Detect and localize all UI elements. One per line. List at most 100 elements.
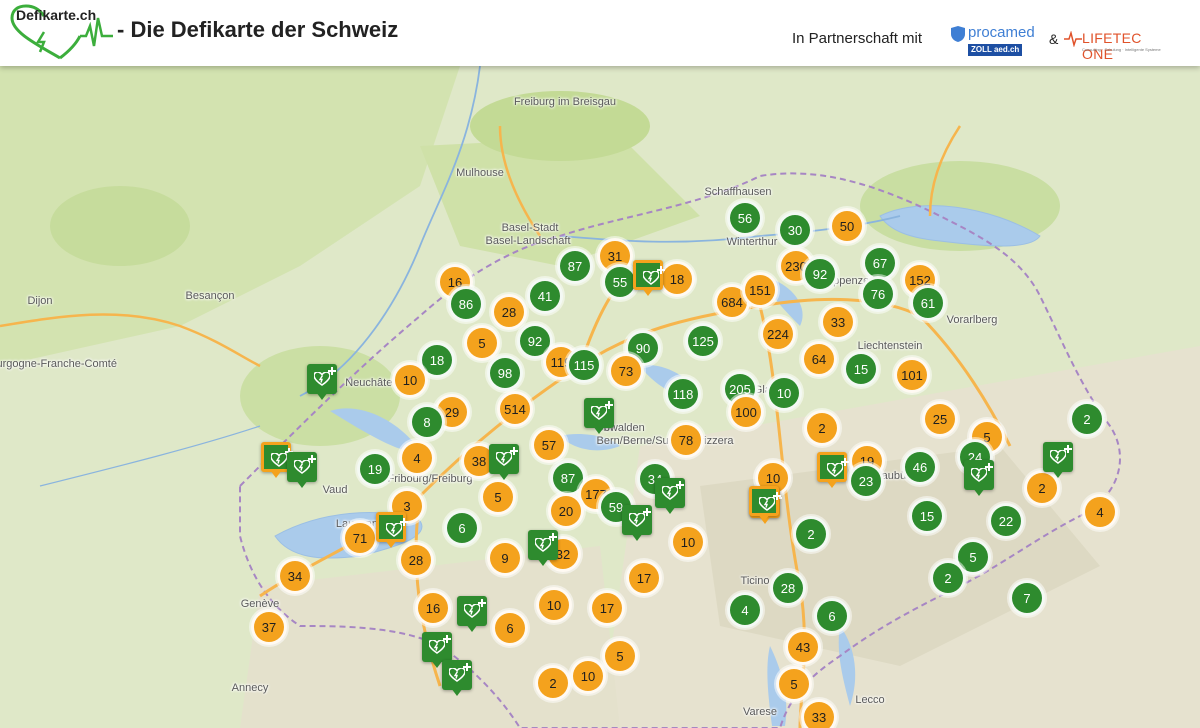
aed-cluster[interactable]: 19 bbox=[357, 451, 393, 487]
aed-cluster[interactable]: 92 bbox=[802, 256, 838, 292]
aed-marker[interactable] bbox=[442, 660, 472, 698]
place-label: Basel-Landschaft bbox=[485, 235, 571, 247]
aed-cluster[interactable]: 33 bbox=[820, 304, 856, 340]
aed-cluster[interactable]: 4 bbox=[1082, 494, 1118, 530]
aed-cluster[interactable]: 73 bbox=[608, 353, 644, 389]
map-canvas[interactable]: Freiburg im Breisgau Mulhouse Schaffhausen… bbox=[0, 66, 1200, 728]
aed-marker[interactable] bbox=[633, 260, 665, 298]
aed-cluster[interactable]: 125 bbox=[685, 323, 721, 359]
aed-cluster-count: 101 bbox=[901, 367, 923, 383]
aed-cluster[interactable]: 224 bbox=[760, 316, 796, 352]
aed-cluster[interactable]: 6 bbox=[814, 598, 850, 634]
aed-cluster[interactable]: 41 bbox=[527, 278, 563, 314]
aed-cluster[interactable]: 9 bbox=[487, 540, 523, 576]
aed-cluster[interactable]: 34 bbox=[277, 558, 313, 594]
aed-cluster[interactable]: 56 bbox=[727, 200, 763, 236]
aed-cluster-count: 10 bbox=[765, 470, 781, 486]
aed-marker[interactable] bbox=[817, 452, 849, 490]
aed-marker[interactable] bbox=[655, 478, 685, 516]
aed-cluster[interactable]: 30 bbox=[777, 212, 813, 248]
aed-cluster-count: 22 bbox=[998, 513, 1014, 529]
aed-cluster[interactable]: 37 bbox=[251, 609, 287, 645]
aed-cluster[interactable]: 64 bbox=[801, 341, 837, 377]
aed-cluster[interactable]: 2 bbox=[1069, 401, 1105, 437]
aed-cluster-count: 78 bbox=[678, 432, 694, 448]
aed-cluster[interactable]: 10 bbox=[670, 524, 706, 560]
aed-cluster[interactable]: 17 bbox=[589, 590, 625, 626]
aed-heart-icon bbox=[463, 599, 486, 623]
aed-cluster[interactable]: 5 bbox=[464, 325, 500, 361]
aed-cluster[interactable]: 22 bbox=[988, 503, 1024, 539]
aed-cluster[interactable]: 4 bbox=[399, 440, 435, 476]
aed-marker[interactable] bbox=[622, 505, 652, 543]
aed-cluster[interactable]: 10 bbox=[536, 587, 572, 623]
aed-cluster-count: 5 bbox=[616, 648, 624, 664]
partner-procamed-logo[interactable]: procamed ZOLL aed.ch bbox=[950, 22, 1036, 60]
partner-lifetec-sub: Consulting · Schulung · Intelligente Sys… bbox=[1082, 47, 1161, 52]
aed-marker[interactable] bbox=[528, 530, 558, 568]
aed-marker[interactable] bbox=[584, 398, 614, 436]
place-label: Basel-Stadt bbox=[501, 222, 559, 234]
aed-cluster[interactable]: 118 bbox=[665, 376, 701, 412]
aed-cluster[interactable]: 4 bbox=[727, 592, 763, 628]
aed-cluster[interactable]: 86 bbox=[448, 286, 484, 322]
aed-cluster-count: 5 bbox=[478, 335, 486, 351]
aed-cluster[interactable]: 46 bbox=[902, 449, 938, 485]
aed-cluster[interactable]: 6 bbox=[492, 610, 528, 646]
aed-cluster[interactable]: 76 bbox=[860, 276, 896, 312]
aed-cluster[interactable]: 61 bbox=[910, 285, 946, 321]
aed-cluster-count: 2 bbox=[807, 526, 815, 542]
aed-marker[interactable] bbox=[749, 486, 781, 524]
aed-cluster[interactable]: 514 bbox=[497, 391, 533, 427]
aed-cluster[interactable]: 101 bbox=[894, 357, 930, 393]
aed-cluster[interactable]: 5 bbox=[776, 666, 812, 702]
aed-cluster[interactable]: 2 bbox=[930, 560, 966, 596]
aed-cluster[interactable]: 115 bbox=[566, 347, 602, 383]
aed-cluster[interactable]: 16 bbox=[415, 590, 451, 626]
aed-cluster-count: 2 bbox=[944, 570, 952, 586]
aed-cluster[interactable]: 10 bbox=[392, 362, 428, 398]
aed-cluster[interactable]: 5 bbox=[602, 638, 638, 674]
aed-cluster[interactable]: 10 bbox=[766, 375, 802, 411]
aed-cluster[interactable]: 25 bbox=[922, 401, 958, 437]
aed-cluster[interactable]: 5 bbox=[480, 479, 516, 515]
aed-marker[interactable] bbox=[489, 444, 519, 482]
aed-cluster[interactable]: 7 bbox=[1009, 580, 1045, 616]
aed-cluster[interactable]: 98 bbox=[487, 355, 523, 391]
aed-marker[interactable] bbox=[457, 596, 487, 634]
site-logo[interactable]: Defikarte.ch bbox=[6, 4, 114, 62]
aed-cluster[interactable]: 2 bbox=[793, 516, 829, 552]
aed-marker[interactable] bbox=[307, 364, 337, 402]
aed-cluster-count: 87 bbox=[567, 258, 583, 274]
aed-cluster[interactable]: 2 bbox=[804, 410, 840, 446]
aed-cluster[interactable]: 43 bbox=[785, 629, 821, 665]
aed-cluster[interactable]: 57 bbox=[531, 427, 567, 463]
page-title: - Die Defikarte der Schweiz bbox=[117, 17, 399, 42]
aed-cluster[interactable]: 10 bbox=[570, 658, 606, 694]
aed-cluster[interactable]: 20 bbox=[548, 493, 584, 529]
aed-cluster[interactable]: 71 bbox=[342, 520, 378, 556]
aed-cluster[interactable]: 23 bbox=[848, 463, 884, 499]
aed-marker[interactable] bbox=[287, 452, 317, 490]
aed-cluster[interactable]: 17 bbox=[626, 560, 662, 596]
aed-cluster[interactable]: 28 bbox=[770, 570, 806, 606]
aed-cluster[interactable]: 2 bbox=[535, 665, 571, 701]
aed-cluster[interactable]: 33 bbox=[801, 699, 837, 728]
partner-procamed-name: procamed bbox=[968, 24, 1035, 41]
aed-cluster[interactable]: 151 bbox=[742, 272, 778, 308]
aed-cluster[interactable]: 8 bbox=[409, 404, 445, 440]
aed-cluster[interactable]: 87 bbox=[557, 248, 593, 284]
aed-cluster[interactable]: 78 bbox=[668, 422, 704, 458]
aed-marker[interactable] bbox=[964, 460, 994, 498]
aed-cluster[interactable]: 6 bbox=[444, 510, 480, 546]
aed-marker[interactable] bbox=[1043, 442, 1073, 480]
partner-lifetec-logo[interactable]: LIFETEC ONE Consulting · Schulung · Inte… bbox=[1064, 28, 1176, 62]
aed-heart-icon bbox=[293, 455, 316, 479]
aed-cluster[interactable]: 100 bbox=[728, 394, 764, 430]
aed-cluster[interactable]: 15 bbox=[909, 498, 945, 534]
aed-cluster[interactable]: 28 bbox=[491, 294, 527, 330]
aed-cluster-count: 17 bbox=[636, 570, 652, 586]
aed-marker[interactable] bbox=[376, 512, 408, 550]
aed-cluster[interactable]: 50 bbox=[829, 208, 865, 244]
aed-cluster[interactable]: 15 bbox=[843, 351, 879, 387]
